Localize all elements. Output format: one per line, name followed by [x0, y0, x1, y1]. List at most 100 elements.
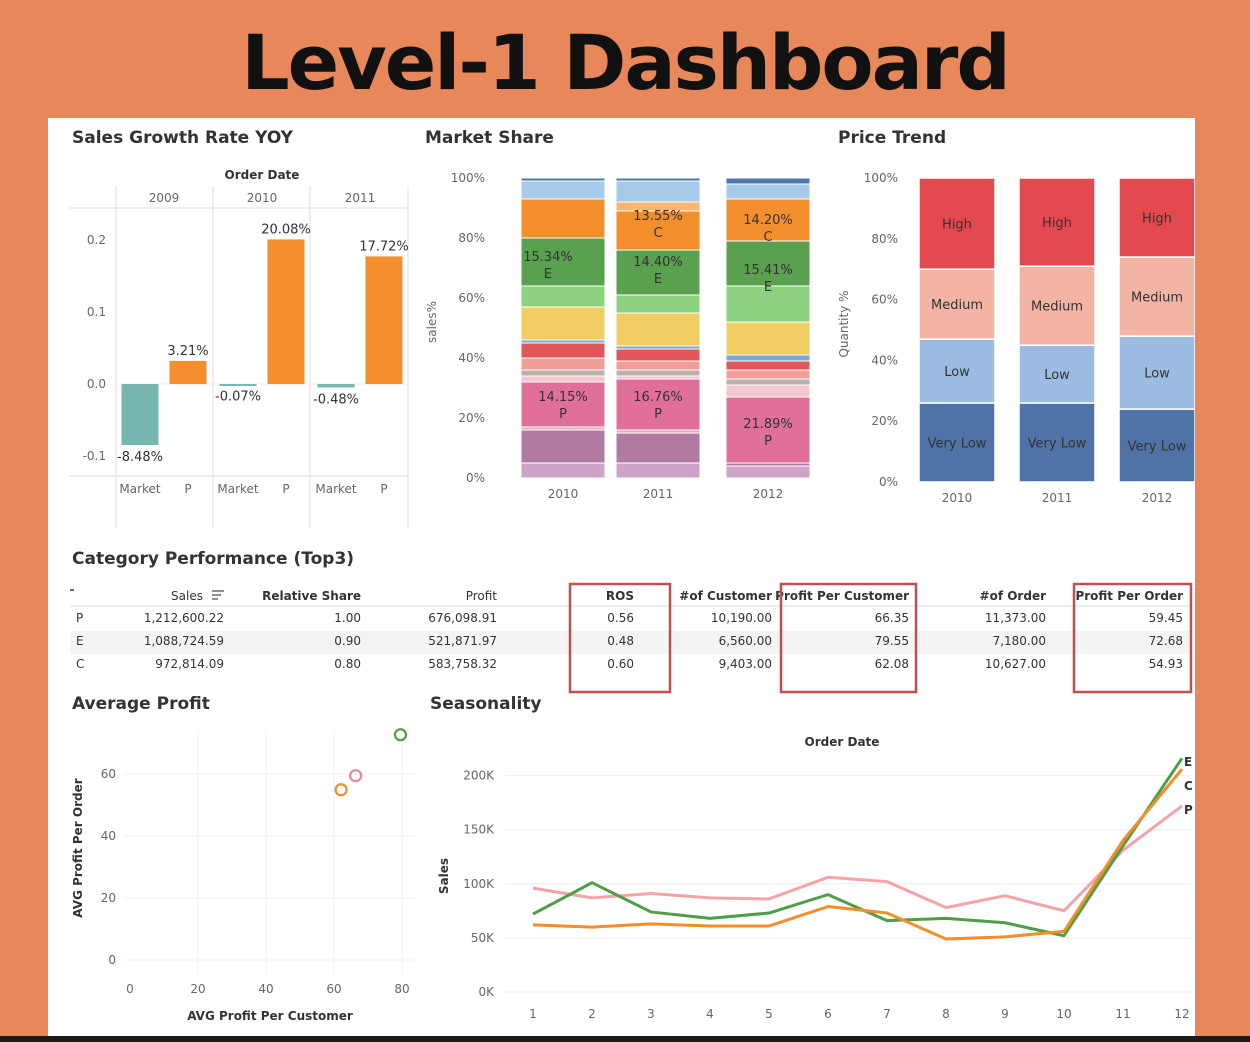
price-ytick: 100% — [864, 171, 898, 185]
growth-data-label: -8.48% — [117, 450, 163, 465]
share-segment[interactable] — [615, 369, 701, 377]
share-segment[interactable] — [615, 180, 701, 203]
price-segment-label: Very Low — [928, 436, 987, 451]
season-series-label: E — [1184, 755, 1192, 769]
share-ytick: 60% — [458, 291, 485, 305]
price-ytick: 80% — [871, 232, 898, 246]
season-xtick: 4 — [706, 1007, 714, 1021]
price-ylabel: Quantity % — [837, 290, 851, 357]
table-cell: 9,403.00 — [719, 657, 772, 671]
season-ytick: 150K — [463, 823, 495, 837]
share-segment[interactable] — [615, 177, 701, 182]
share-segment[interactable] — [615, 294, 701, 314]
share-segment[interactable] — [520, 180, 606, 200]
share-segment[interactable] — [615, 348, 701, 362]
share-category-label: P — [654, 407, 662, 422]
growth-bar[interactable] — [219, 384, 257, 386]
table-header-profit-per-order: Profit Per Order — [1075, 589, 1183, 603]
price-segment-label: Low — [1044, 368, 1070, 383]
share-ytick: 40% — [458, 351, 485, 365]
share-segment[interactable] — [615, 312, 701, 347]
share-category-label: P — [764, 434, 772, 449]
table-cell: 972,814.09 — [155, 657, 224, 671]
bottom-bar — [0, 1036, 1250, 1042]
share-category-label: E — [544, 267, 552, 282]
growth-title: Sales Growth Rate YOY — [72, 128, 294, 148]
share-segment[interactable] — [520, 357, 606, 371]
avg-point[interactable] — [334, 783, 348, 797]
price-ytick: 60% — [871, 293, 898, 307]
share-segment[interactable] — [520, 285, 606, 308]
avg-point[interactable] — [393, 728, 408, 742]
share-segment[interactable] — [725, 360, 811, 371]
growth-ytick-m01: -0.1 — [83, 449, 106, 463]
share-segment[interactable] — [520, 342, 606, 359]
growth-header: Order Date — [225, 168, 300, 182]
table-cell: 59.45 — [1149, 611, 1183, 625]
share-chart: Market Share sales% 100% 80% 60% 40% 20% 0% 20… — [425, 128, 811, 501]
season-xtick: 5 — [765, 1007, 773, 1021]
growth-ytick-01: 0.1 — [87, 305, 106, 319]
share-segment[interactable] — [725, 354, 811, 362]
share-xtick: 2011 — [643, 487, 674, 501]
share-segment[interactable] — [725, 177, 811, 185]
growth-xlabel: P — [184, 482, 191, 496]
season-ytick: 100K — [463, 877, 495, 891]
share-ylabel: sales% — [425, 301, 439, 343]
price-chart: Price Trend Quantity % 100% 80% 60% 40% 20% 0… — [837, 128, 1196, 505]
share-xtick: 2012 — [753, 487, 784, 501]
share-segment[interactable] — [615, 462, 701, 479]
growth-bar[interactable] — [365, 256, 403, 384]
price-title: Price Trend — [838, 128, 946, 148]
season-title: Seasonality — [430, 694, 541, 714]
growth-ytick-00: 0.0 — [87, 377, 106, 391]
table-cell: 54.93 — [1149, 657, 1183, 671]
growth-bar[interactable] — [169, 360, 207, 384]
growth-data-label: 3.21% — [167, 344, 208, 359]
table-cell: 62.08 — [875, 657, 909, 671]
season-line[interactable] — [532, 768, 1184, 941]
share-segment[interactable] — [725, 378, 811, 386]
price-segment-label: Very Low — [1028, 436, 1087, 451]
table-cell: 676,098.91 — [428, 611, 497, 625]
season-xtick: 3 — [647, 1007, 655, 1021]
share-segment[interactable] — [725, 384, 811, 398]
share-segment[interactable] — [520, 429, 606, 464]
price-segment-label: Medium — [931, 298, 983, 313]
avg-point[interactable] — [348, 769, 363, 783]
table-cell: 521,871.97 — [428, 634, 497, 648]
table-cell: 72.68 — [1149, 634, 1183, 648]
share-segment[interactable] — [615, 360, 701, 371]
price-xtick: 2011 — [1042, 491, 1073, 505]
season-line[interactable] — [532, 804, 1183, 913]
table-cell: 1,088,724.59 — [144, 634, 224, 648]
price-xtick: 2012 — [1142, 491, 1173, 505]
share-segment[interactable] — [520, 369, 606, 377]
share-segment[interactable] — [725, 321, 811, 356]
share-segment[interactable] — [520, 306, 606, 341]
growth-bar[interactable] — [121, 384, 159, 446]
table-header-orders: #of Order — [980, 589, 1047, 603]
share-segment[interactable] — [725, 465, 811, 479]
share-segment[interactable] — [520, 198, 606, 239]
growth-bar[interactable] — [267, 239, 305, 384]
table-header-sales[interactable]: Sales — [171, 589, 203, 603]
share-segment[interactable] — [520, 375, 606, 383]
price-segment-label: High — [1042, 216, 1072, 231]
share-segment[interactable] — [725, 183, 811, 200]
price-segment-label: High — [1142, 212, 1172, 227]
share-segment[interactable] — [615, 432, 701, 464]
season-xtick: 7 — [883, 1007, 891, 1021]
share-segment[interactable] — [520, 462, 606, 479]
share-category-label: E — [764, 280, 772, 295]
growth-year-2010: 2010 — [247, 191, 278, 205]
table-cell: 0.56 — [607, 611, 634, 625]
growth-data-label: -0.48% — [313, 392, 359, 407]
table-row-category: E — [76, 634, 84, 648]
table-title: Category Performance (Top3) — [72, 549, 354, 569]
share-segment[interactable] — [520, 177, 606, 182]
sort-descending-icon[interactable] — [212, 590, 224, 600]
price-ytick: 20% — [871, 414, 898, 428]
growth-bar[interactable] — [317, 384, 355, 388]
share-segment[interactable] — [725, 369, 811, 380]
